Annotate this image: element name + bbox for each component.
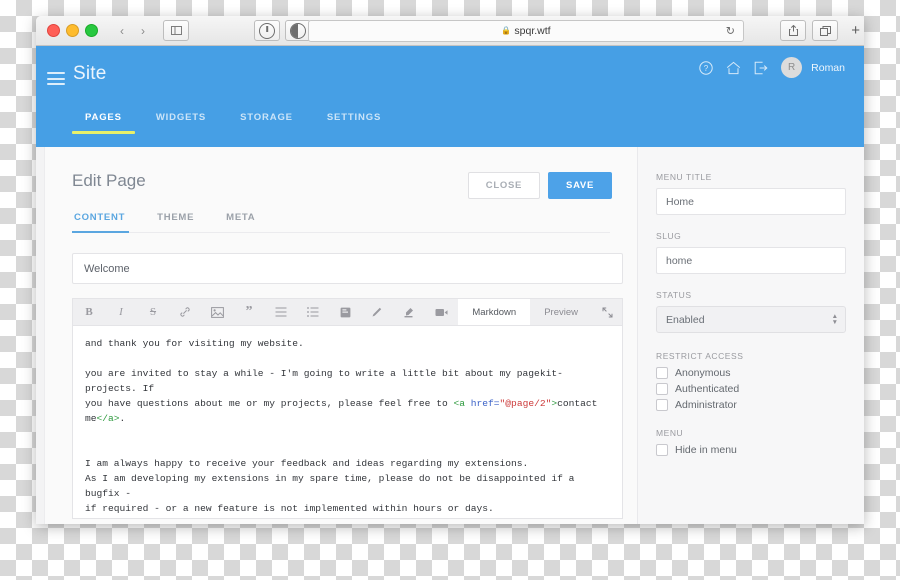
save-button[interactable]: SAVE (548, 172, 612, 199)
page-actions: CLOSE SAVE (467, 172, 612, 199)
editor-toolbar: B I S ” Markdown Preview (72, 298, 623, 325)
close-button[interactable]: CLOSE (467, 172, 541, 199)
editor-mode-switch: Markdown Preview (458, 299, 622, 325)
checkbox-row-authenticated[interactable]: Authenticated (656, 383, 846, 395)
window-controls[interactable] (47, 24, 98, 37)
site-title: Site (73, 63, 107, 84)
editor-attr: href= (470, 398, 500, 409)
marker-icon[interactable] (393, 299, 425, 325)
sidebar-icon[interactable] (163, 20, 189, 41)
tab-storage[interactable]: STORAGE (223, 112, 310, 134)
maximize-window-button[interactable] (85, 24, 98, 37)
browser-window: ‹ › 🔒 spqr.wtf ↻ + Site PAGES WIDGETS ST… (36, 16, 864, 524)
pencil-icon[interactable] (361, 299, 393, 325)
lock-icon: 🔒 (501, 26, 512, 35)
editor-tag-open: <a (453, 398, 471, 409)
status-selected-value: Enabled (666, 313, 705, 326)
checkbox-row-administrator[interactable]: Administrator (656, 399, 846, 411)
share-icon[interactable] (780, 20, 806, 41)
bold-icon[interactable]: B (73, 299, 105, 325)
collapsed-nav-rail[interactable] (36, 147, 45, 524)
status-select[interactable]: Enabled ▲ ▼ (656, 306, 846, 333)
reload-icon[interactable]: ↻ (726, 24, 735, 37)
slug-label: SLUG (656, 231, 682, 241)
settings-sidebar: MENU TITLE Home SLUG home STATUS Enabled… (637, 147, 864, 524)
expand-icon[interactable] (592, 299, 622, 325)
tab-meta[interactable]: META (210, 212, 271, 232)
checkbox-hide-in-menu[interactable] (656, 444, 668, 456)
editor-area: Welcome B I S ” Markdown Preview and tha… (72, 253, 623, 519)
tab-theme[interactable]: THEME (141, 212, 210, 232)
checkbox-authenticated[interactable] (656, 383, 668, 395)
label-anonymous: Anonymous (675, 367, 731, 379)
page-header: Edit Page CLOSE SAVE (45, 147, 637, 199)
browser-chrome: ‹ › 🔒 spqr.wtf ↻ + (36, 16, 864, 46)
markdown-editor[interactable]: and thank you for visiting my website. y… (72, 325, 623, 519)
editor-tag-close: </a> (96, 413, 120, 424)
checkbox-row-anonymous[interactable]: Anonymous (656, 367, 846, 379)
minimize-window-button[interactable] (66, 24, 79, 37)
checkbox-administrator[interactable] (656, 399, 668, 411)
reader-mode-icon[interactable] (254, 20, 280, 41)
url-text: spqr.wtf (514, 24, 551, 37)
reader-controls[interactable] (254, 20, 311, 41)
close-window-button[interactable] (47, 24, 60, 37)
mode-markdown[interactable]: Markdown (458, 299, 531, 325)
menu-toggle-icon[interactable] (47, 72, 65, 85)
editor-line-1: and thank you for visiting my website. (85, 338, 304, 349)
italic-icon[interactable]: I (105, 299, 137, 325)
menu-title-label: MENU TITLE (656, 172, 712, 182)
content-column: Edit Page CLOSE SAVE CONTENT THEME META … (45, 147, 637, 524)
svg-text:?: ? (704, 64, 709, 73)
editor-attr-value: "@page/2" (499, 398, 552, 409)
tab-settings[interactable]: SETTINGS (310, 112, 398, 134)
link-icon[interactable] (169, 299, 201, 325)
unordered-list-icon[interactable] (265, 299, 297, 325)
tab-widgets[interactable]: WIDGETS (139, 112, 223, 134)
logout-icon[interactable] (754, 61, 768, 75)
checkbox-anonymous[interactable] (656, 367, 668, 379)
restrict-access-label: RESTRICT ACCESS (656, 351, 744, 361)
menu-title-input[interactable]: Home (656, 188, 846, 215)
label-authenticated: Authenticated (675, 383, 740, 395)
image-icon[interactable] (201, 299, 233, 325)
label-hide-in-menu: Hide in menu (675, 444, 737, 456)
mode-preview[interactable]: Preview (530, 299, 592, 325)
label-administrator: Administrator (675, 399, 737, 411)
page-title-input[interactable]: Welcome (72, 253, 623, 284)
header-tabs: PAGES WIDGETS STORAGE SETTINGS (68, 112, 398, 134)
book-icon[interactable] (329, 299, 361, 325)
page-body: Edit Page CLOSE SAVE CONTENT THEME META … (36, 147, 864, 524)
help-icon[interactable]: ? (699, 60, 713, 75)
tab-pages[interactable]: PAGES (68, 112, 139, 134)
back-icon[interactable]: ‹ (112, 21, 132, 40)
stepper-arrows-icon: ▲ ▼ (831, 312, 838, 326)
address-bar[interactable]: 🔒 spqr.wtf ↻ (308, 19, 744, 42)
header-user-area: ? R Roman (699, 57, 845, 78)
content-tabs: CONTENT THEME META (72, 212, 610, 233)
ordered-list-icon[interactable] (297, 299, 329, 325)
tab-content[interactable]: CONTENT (72, 212, 141, 233)
menu-section-label: MENU (656, 428, 684, 438)
new-tab-icon[interactable]: + (851, 23, 860, 38)
quote-icon[interactable]: ” (233, 299, 265, 325)
checkbox-row-hide-in-menu[interactable]: Hide in menu (656, 444, 846, 456)
strikethrough-icon[interactable]: S (137, 299, 169, 325)
forward-icon[interactable]: › (133, 21, 153, 40)
editor-para-2c: . (119, 413, 126, 424)
home-icon[interactable] (726, 61, 741, 75)
editor-para-3: I am always happy to receive your feedba… (85, 458, 575, 514)
avatar[interactable]: R (781, 57, 803, 78)
status-label: STATUS (656, 290, 692, 300)
video-icon[interactable] (425, 299, 457, 325)
app-header: Site PAGES WIDGETS STORAGE SETTINGS ? R … (36, 46, 864, 147)
tabs-icon[interactable] (812, 20, 838, 41)
user-name[interactable]: Roman (811, 62, 845, 74)
slug-input[interactable]: home (656, 247, 846, 274)
